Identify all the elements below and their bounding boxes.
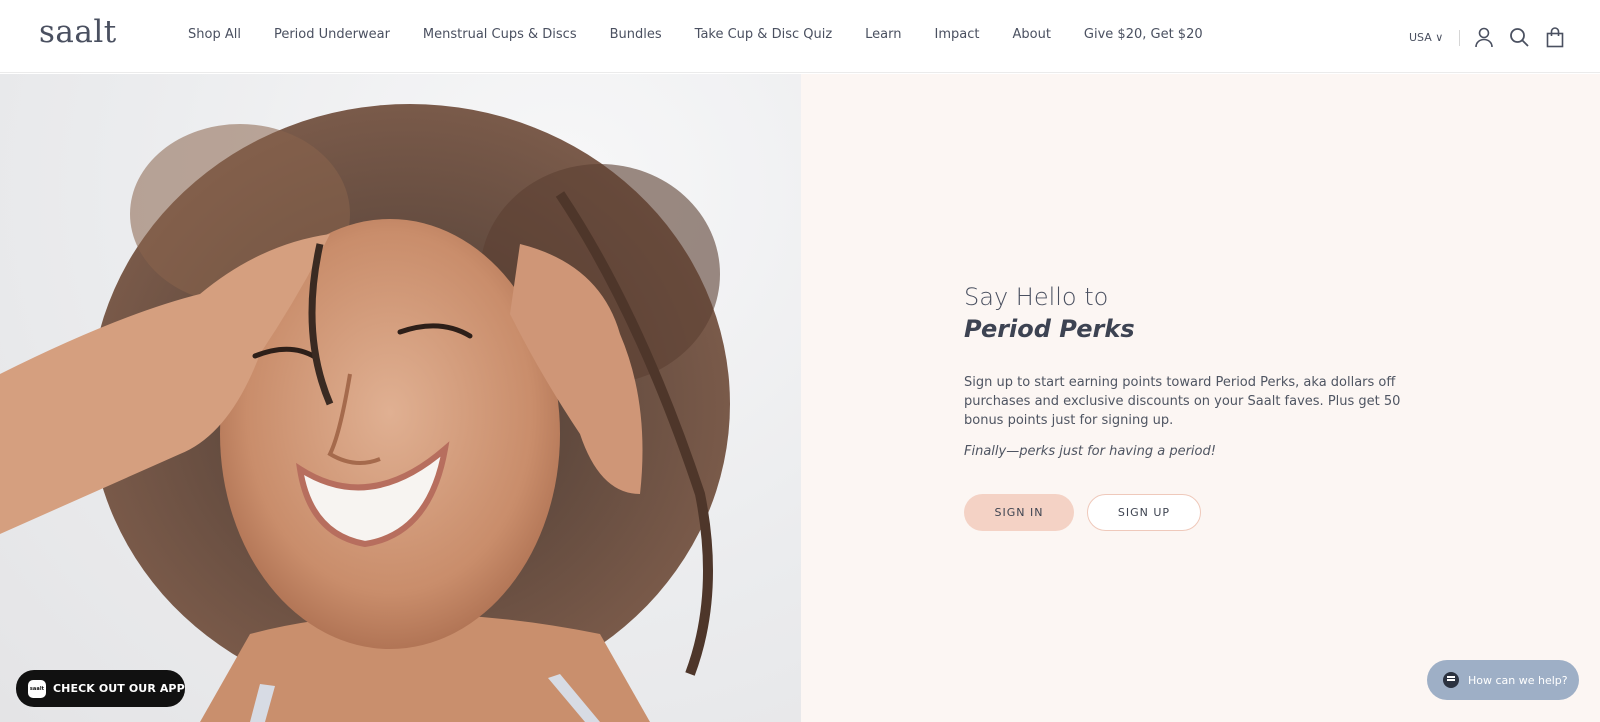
help-chat-button[interactable]: How can we help? xyxy=(1427,660,1579,700)
sign-up-button[interactable]: SIGN UP xyxy=(1087,494,1201,531)
nav-item-shop-all[interactable]: Shop All xyxy=(188,27,241,42)
main-nav: Shop All Period Underwear Menstrual Cups… xyxy=(188,27,1203,42)
nav-item-menstrual-cups-discs[interactable]: Menstrual Cups & Discs xyxy=(423,27,577,42)
chat-bubble-icon xyxy=(1443,672,1459,688)
app-badge-label: CHECK OUT OUR APP xyxy=(53,682,185,695)
nav-item-give-get[interactable]: Give $20, Get $20 xyxy=(1084,27,1203,42)
nav-item-bundles[interactable]: Bundles xyxy=(610,27,662,42)
nav-item-about[interactable]: About xyxy=(1012,27,1050,42)
brand-logo[interactable]: saalt xyxy=(39,14,117,50)
site-header: saalt Shop All Period Underwear Menstrua… xyxy=(0,0,1600,73)
perks-tagline: Finally—perks just for having a period! xyxy=(964,444,1216,459)
page-title: Say Hello to Period Perks xyxy=(964,281,1135,345)
perks-description: Sign up to start earning points toward P… xyxy=(964,375,1401,428)
nav-item-impact[interactable]: Impact xyxy=(935,27,980,42)
cart-bag-icon[interactable] xyxy=(1544,26,1566,48)
hero-photo-illustration xyxy=(0,104,730,722)
account-icon[interactable] xyxy=(1473,26,1495,48)
nav-item-period-underwear[interactable]: Period Underwear xyxy=(274,27,390,42)
app-logo-icon: saalt xyxy=(28,679,46,698)
check-out-app-button[interactable]: saalt CHECK OUT OUR APP xyxy=(16,670,185,707)
country-selector[interactable]: USA ∨ xyxy=(1409,31,1443,44)
sign-in-button[interactable]: SIGN IN xyxy=(964,494,1074,531)
nav-item-cup-disc-quiz[interactable]: Take Cup & Disc Quiz xyxy=(695,27,833,42)
nav-item-learn[interactable]: Learn xyxy=(865,27,901,42)
help-chat-label: How can we help? xyxy=(1468,673,1568,687)
search-icon[interactable] xyxy=(1508,26,1530,48)
utility-divider xyxy=(1459,30,1460,46)
headline-line1: Say Hello to xyxy=(964,283,1109,311)
headline-line2: Period Perks xyxy=(964,315,1135,343)
hero-photo-woman-smiling xyxy=(0,74,801,722)
